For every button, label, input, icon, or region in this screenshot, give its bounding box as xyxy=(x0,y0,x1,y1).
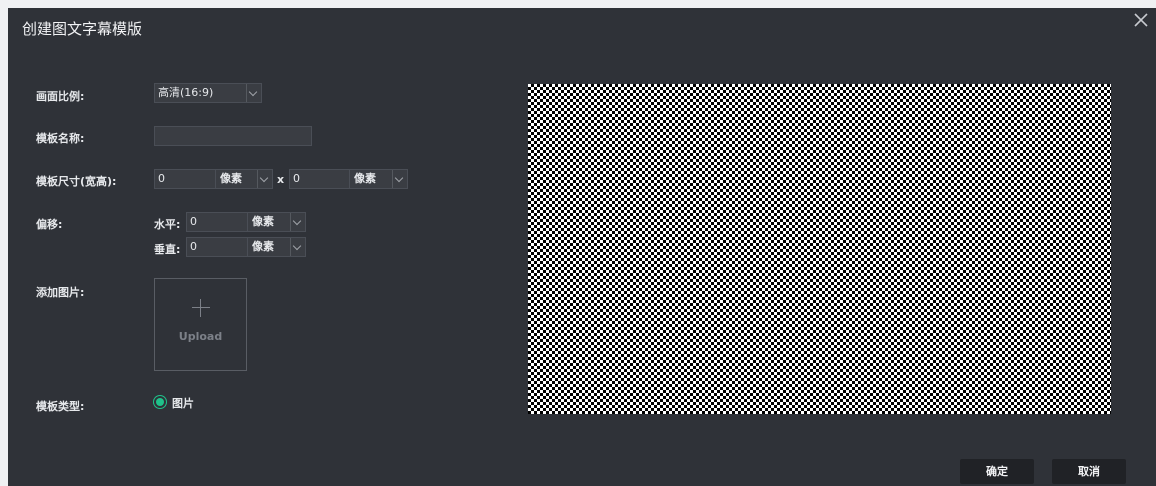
times-symbol: x xyxy=(277,173,285,186)
template-size-label: 模板尺寸(宽高): xyxy=(36,175,117,188)
plus-icon xyxy=(192,299,210,317)
height-unit-value: 像素 xyxy=(354,172,376,185)
horizontal-unit-value: 像素 xyxy=(252,215,274,228)
close-icon[interactable] xyxy=(1132,11,1150,29)
aspect-ratio-select[interactable]: 高清(16:9) xyxy=(154,83,262,103)
chevron-down-icon xyxy=(290,238,305,256)
upload-button[interactable]: Upload xyxy=(154,278,247,371)
chevron-down-icon xyxy=(392,170,407,188)
width-unit-value: 像素 xyxy=(220,172,242,185)
width-unit-select[interactable]: 像素 xyxy=(216,169,273,189)
vertical-offset-input[interactable]: 0 xyxy=(186,237,248,257)
vertical-unit-value: 像素 xyxy=(252,240,274,253)
vertical-label: 垂直: xyxy=(154,243,181,256)
confirm-button[interactable]: 确定 xyxy=(960,459,1034,484)
aspect-ratio-value: 高清(16:9) xyxy=(158,86,214,99)
cancel-button[interactable]: 取消 xyxy=(1052,459,1126,484)
radio-picture[interactable] xyxy=(156,398,164,406)
chevron-down-icon xyxy=(290,213,305,231)
vertical-unit-select[interactable]: 像素 xyxy=(248,237,306,257)
width-input[interactable]: 0 xyxy=(154,169,216,189)
chevron-down-icon xyxy=(257,170,272,188)
height-input[interactable]: 0 xyxy=(289,169,350,189)
template-type-label: 模板类型: xyxy=(36,400,85,413)
offset-label: 偏移: xyxy=(36,218,63,231)
horizontal-label: 水平: xyxy=(154,218,181,231)
create-template-dialog: 创建图文字幕模版 画面比例: 高清(16:9) 模板名称: 模板尺寸(宽高): … xyxy=(8,8,1156,486)
template-preview xyxy=(528,84,1111,414)
aspect-ratio-label: 画面比例: xyxy=(36,90,85,103)
height-unit-select[interactable]: 像素 xyxy=(350,169,408,189)
horizontal-unit-select[interactable]: 像素 xyxy=(248,212,306,232)
horizontal-offset-input[interactable]: 0 xyxy=(186,212,248,232)
radio-picture-label[interactable]: 图片 xyxy=(172,395,194,411)
upload-text: Upload xyxy=(178,330,223,343)
add-image-label: 添加图片: xyxy=(36,286,85,299)
dialog-title: 创建图文字幕模版 xyxy=(22,20,143,38)
chevron-down-icon xyxy=(246,84,261,102)
template-name-input[interactable] xyxy=(154,126,312,146)
template-name-label: 模板名称: xyxy=(36,132,85,145)
